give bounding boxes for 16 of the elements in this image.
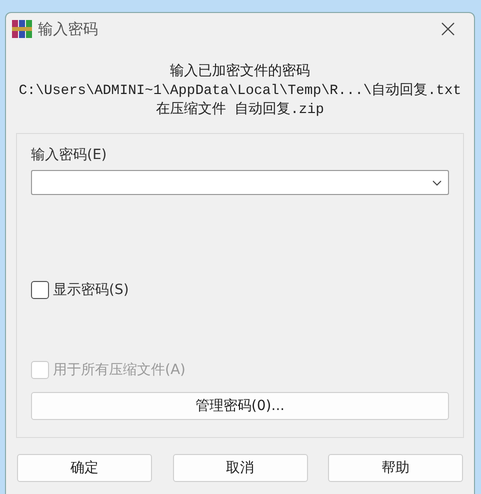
window-title: 输入密码 — [38, 20, 99, 38]
checkbox-label: 用于所有压缩文件(A) — [53, 361, 186, 379]
password-combo-field[interactable] — [31, 170, 449, 195]
dropdown-caret-icon[interactable] — [432, 180, 442, 186]
header-text: C:\Users\ADMINI~1\AppData\Local\Temp\R...\自动回复.txt — [18, 82, 462, 100]
manage-passwords-button[interactable]: 管理密码(0)... — [31, 392, 449, 420]
checkbox[interactable] — [31, 281, 49, 299]
checkbox-label: 显示密码(S) — [53, 281, 129, 299]
header-text: 输入已加密文件的密码 — [170, 63, 310, 81]
password-label: 输入密码(E) — [31, 146, 108, 164]
dialog-button[interactable]: 帮助 — [328, 454, 463, 482]
archive-app-icon — [12, 20, 32, 38]
dialog-button[interactable]: 取消 — [172, 454, 308, 482]
header-text: 在压缩文件 自动回复.zip — [156, 101, 324, 119]
close-icon[interactable] — [441, 22, 455, 36]
dialog-button[interactable]: 确定 — [17, 454, 152, 482]
